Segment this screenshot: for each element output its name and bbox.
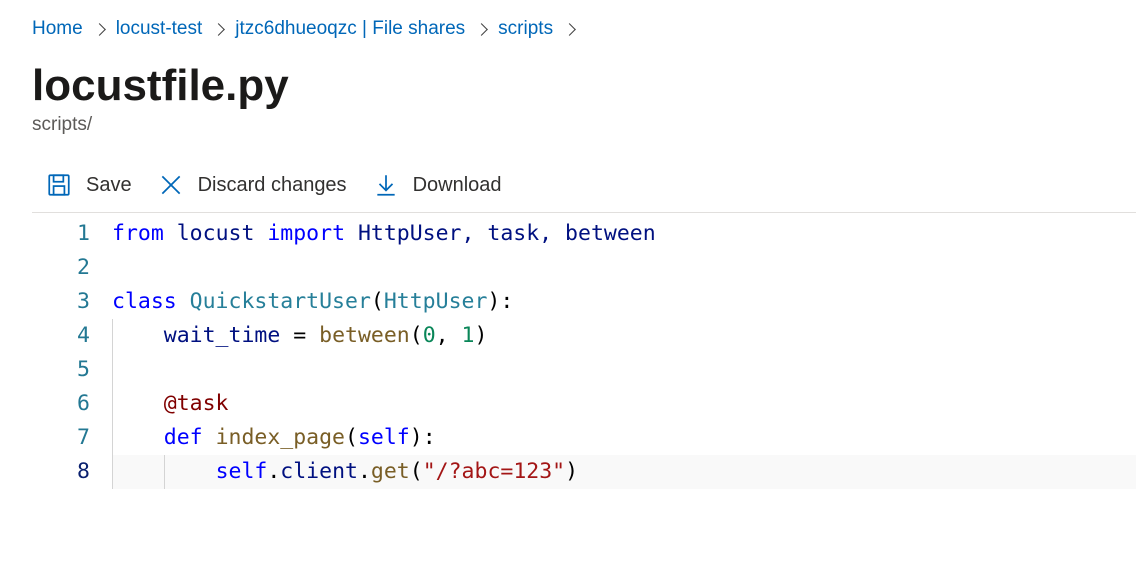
page-subtitle: scripts/ xyxy=(32,114,1136,136)
save-label: Save xyxy=(86,174,132,197)
discard-button[interactable]: Discard changes xyxy=(158,172,347,198)
line-gutter: 12345678 xyxy=(32,217,112,489)
line-number: 6 xyxy=(32,387,90,421)
breadcrumb-fileshares[interactable]: jtzc6dhueoqzc | File shares xyxy=(235,18,465,40)
save-button[interactable]: Save xyxy=(46,172,132,198)
line-number: 5 xyxy=(32,353,90,387)
code-line[interactable]: @task xyxy=(112,387,1136,421)
code-area[interactable]: from locust import HttpUser, task, betwe… xyxy=(112,217,1136,489)
line-number: 2 xyxy=(32,251,90,285)
discard-label: Discard changes xyxy=(198,174,347,197)
toolbar: Save Discard changes Download xyxy=(32,172,1136,213)
code-line[interactable] xyxy=(112,251,1136,285)
breadcrumb-scripts[interactable]: scripts xyxy=(498,18,553,40)
download-label: Download xyxy=(413,174,502,197)
chevron-right-icon xyxy=(93,23,106,36)
line-number: 4 xyxy=(32,319,90,353)
line-number: 7 xyxy=(32,421,90,455)
chevron-right-icon xyxy=(563,23,576,36)
line-number: 3 xyxy=(32,285,90,319)
code-line[interactable]: def index_page(self): xyxy=(112,421,1136,455)
download-icon xyxy=(373,172,399,198)
code-line[interactable]: from locust import HttpUser, task, betwe… xyxy=(112,217,1136,251)
breadcrumb: Home locust-test jtzc6dhueoqzc | File sh… xyxy=(32,18,1136,40)
code-line[interactable]: wait_time = between(0, 1) xyxy=(112,319,1136,353)
page-title: locustfile.py xyxy=(32,62,1136,110)
breadcrumb-home[interactable]: Home xyxy=(32,18,83,40)
line-number: 8 xyxy=(32,455,90,489)
chevron-right-icon xyxy=(475,23,488,36)
code-line[interactable]: class QuickstartUser(HttpUser): xyxy=(112,285,1136,319)
code-line[interactable]: self.client.get("/?abc=123") xyxy=(112,455,1136,489)
code-line[interactable] xyxy=(112,353,1136,387)
save-icon xyxy=(46,172,72,198)
code-editor[interactable]: 12345678 from locust import HttpUser, ta… xyxy=(32,213,1136,489)
breadcrumb-locust-test[interactable]: locust-test xyxy=(116,18,203,40)
download-button[interactable]: Download xyxy=(373,172,502,198)
close-icon xyxy=(158,172,184,198)
line-number: 1 xyxy=(32,217,90,251)
chevron-right-icon xyxy=(212,23,225,36)
